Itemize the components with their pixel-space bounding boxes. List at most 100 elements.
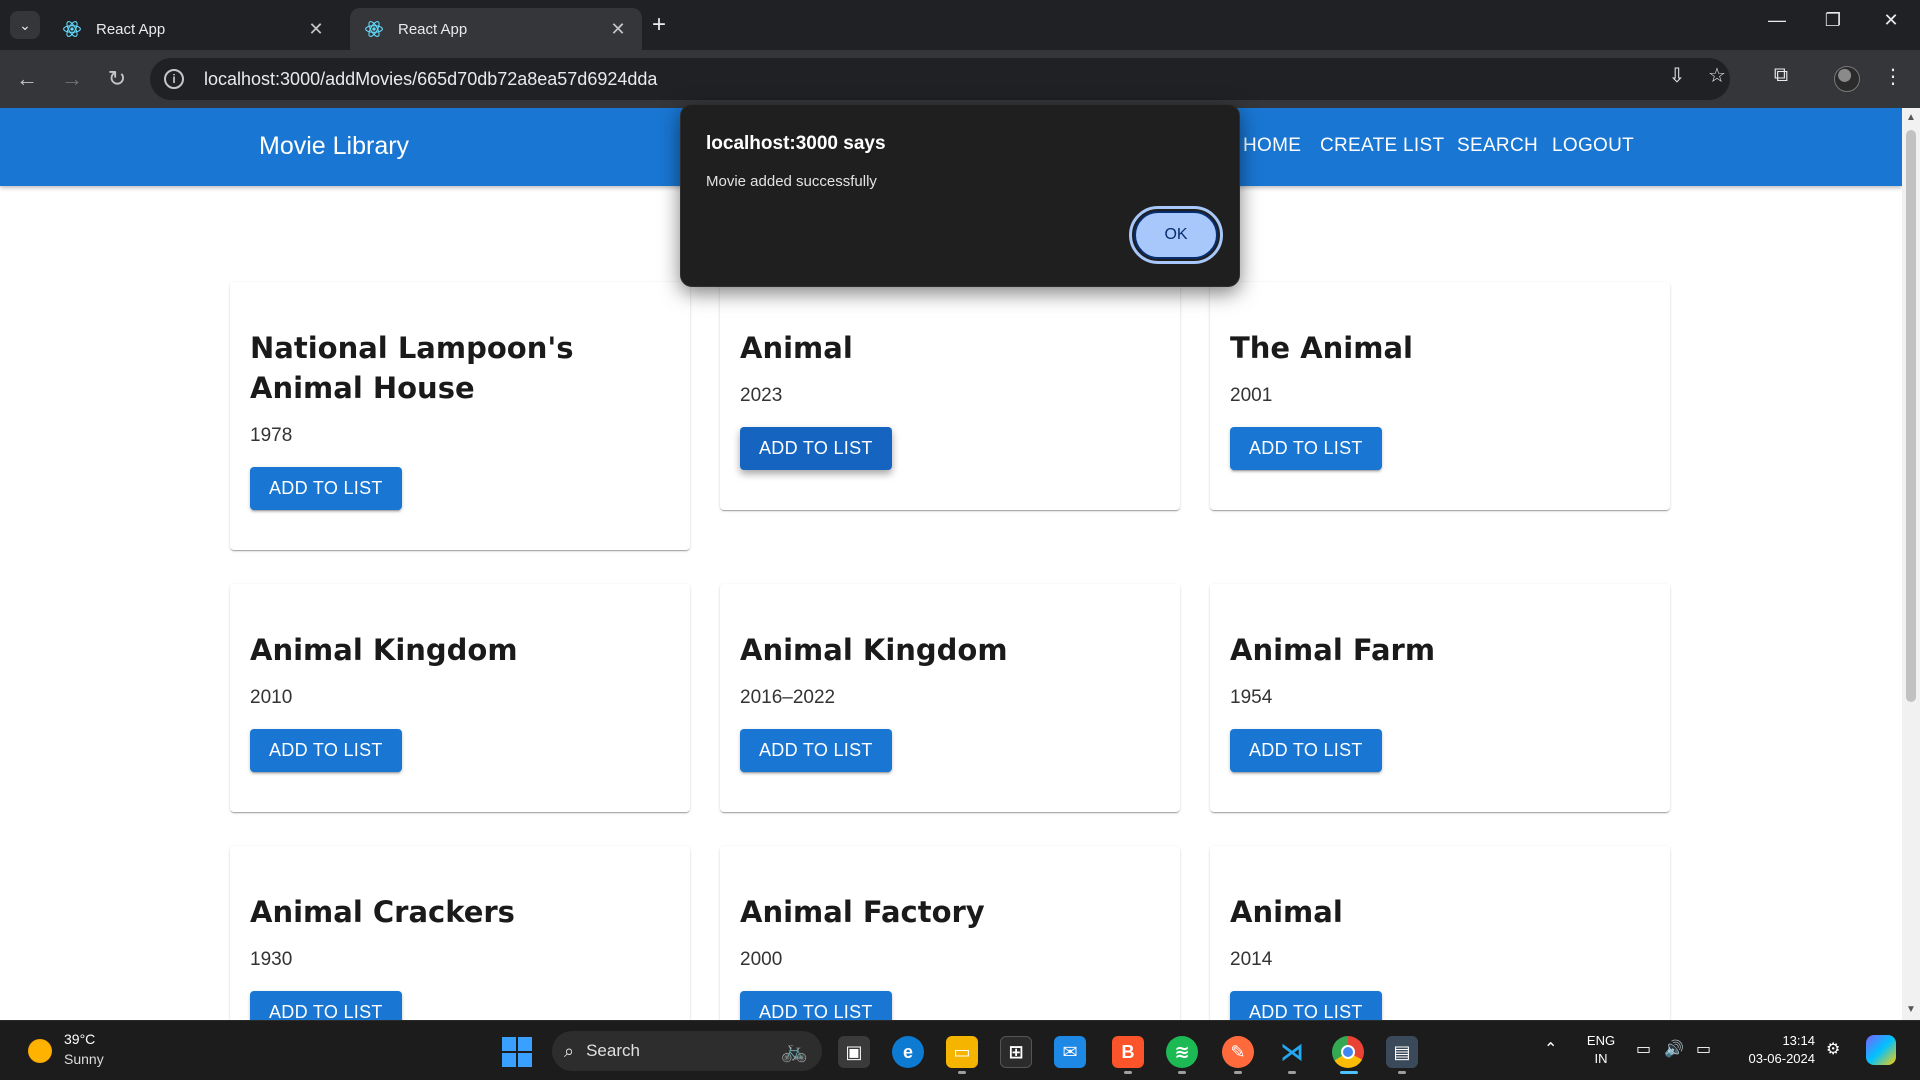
language-indicator[interactable]: ENG — [1585, 1033, 1617, 1048]
movie-card: Animal Kingdom 2010 ADD TO LIST — [230, 584, 690, 812]
add-to-list-button[interactable]: ADD TO LIST — [250, 991, 402, 1020]
movie-year: 2001 — [1230, 385, 1273, 406]
battery-icon[interactable]: ▭ — [1696, 1039, 1711, 1059]
tab-title: React App — [96, 20, 166, 38]
movie-year: 2023 — [740, 385, 783, 406]
taskbar-search-label: Search — [586, 1041, 640, 1060]
windows-taskbar: 39°C Sunny ⌕ Search 🚲 ▣ e ▭ ⊞ ✉ B ≋ ✎ ⋊ … — [0, 1020, 1920, 1080]
movie-year: 2016–2022 — [740, 687, 836, 708]
terminal-icon[interactable]: ▤ — [1386, 1036, 1418, 1068]
extensions-icon[interactable]: ⧉ — [1766, 64, 1796, 87]
add-to-list-button[interactable]: ADD TO LIST — [1230, 729, 1382, 772]
movie-title: Animal — [1230, 895, 1343, 929]
clock-date[interactable]: 03-06-2024 — [1735, 1051, 1816, 1066]
movie-title: Animal Kingdom — [250, 633, 518, 667]
add-to-list-button[interactable]: ADD TO LIST — [740, 427, 892, 470]
running-indicator — [958, 1071, 966, 1074]
running-indicator — [1124, 1071, 1132, 1074]
bicycle-icon: 🚲 — [780, 1038, 808, 1063]
movie-card: Animal Kingdom 2016–2022 ADD TO LIST — [720, 584, 1180, 812]
tab-search-button[interactable]: ⌄ — [10, 11, 40, 39]
nav-logout[interactable]: LOGOUT — [1552, 135, 1634, 157]
add-to-list-button[interactable]: ADD TO LIST — [1230, 427, 1382, 470]
taskbar-search-box[interactable]: ⌕ Search 🚲 — [552, 1031, 822, 1071]
add-to-list-button[interactable]: ADD TO LIST — [740, 991, 892, 1020]
menu-kebab-icon[interactable]: ⋮ — [1878, 64, 1908, 89]
movie-title: Animal Farm — [1230, 633, 1436, 667]
forward-icon[interactable]: → — [57, 64, 87, 94]
running-indicator — [1288, 1071, 1296, 1074]
back-icon[interactable]: ← — [12, 64, 42, 94]
site-info-icon[interactable]: i — [164, 69, 184, 89]
close-icon[interactable]: ✕ — [608, 19, 628, 40]
address-bar[interactable]: i localhost:3000/addMovies/665d70db72a8e… — [150, 58, 1730, 100]
add-to-list-button[interactable]: ADD TO LIST — [1230, 991, 1382, 1020]
url-text: localhost:3000/addMovies/665d70db72a8ea5… — [204, 68, 658, 89]
running-indicator — [1398, 1071, 1406, 1074]
postman-icon[interactable]: ✎ — [1222, 1036, 1254, 1068]
nav-search[interactable]: SEARCH — [1457, 135, 1538, 157]
movie-year: 2014 — [1230, 949, 1273, 970]
settings-gear-icon[interactable]: ⚙ — [1826, 1039, 1840, 1059]
file-explorer-icon[interactable]: ▭ — [946, 1036, 978, 1068]
nav-home[interactable]: HOME — [1243, 135, 1301, 157]
movie-card: Animal 2023 ADD TO LIST — [720, 282, 1180, 510]
react-icon — [63, 21, 81, 37]
new-tab-icon[interactable]: + — [652, 11, 666, 39]
add-to-list-button[interactable]: ADD TO LIST — [250, 467, 402, 510]
movie-card: The Animal 2001 ADD TO LIST — [1210, 282, 1670, 510]
network-icon[interactable]: ▭ — [1636, 1039, 1651, 1059]
scrollbar-thumb[interactable] — [1906, 130, 1916, 702]
movie-year: 2010 — [250, 687, 293, 708]
mail-icon[interactable]: ✉ — [1054, 1036, 1086, 1068]
scroll-up-icon[interactable]: ▲ — [1906, 112, 1916, 123]
browser-tab-bar: ⌄ React App ✕ React App ✕ + — ❐ ✕ — [0, 0, 1920, 50]
close-icon[interactable]: ✕ — [306, 19, 326, 40]
windows-start-icon[interactable] — [502, 1037, 532, 1067]
add-to-list-button[interactable]: ADD TO LIST — [740, 729, 892, 772]
browser-tab-1[interactable]: React App ✕ — [48, 8, 340, 50]
movie-card: Animal Crackers 1930 ADD TO LIST — [230, 846, 690, 1020]
sun-icon[interactable] — [28, 1039, 52, 1063]
movie-title: Animal — [740, 331, 853, 365]
running-indicator — [1340, 1071, 1358, 1074]
movie-year: 2000 — [740, 949, 783, 970]
clock-time[interactable]: 13:14 — [1735, 1033, 1815, 1048]
spotify-icon[interactable]: ≋ — [1166, 1036, 1198, 1068]
app-brand[interactable]: Movie Library — [259, 132, 409, 161]
edge-icon[interactable]: e — [892, 1036, 924, 1068]
running-indicator — [1178, 1071, 1186, 1074]
restore-icon[interactable]: ❐ — [1818, 10, 1848, 31]
weather-temperature[interactable]: 39°C — [64, 1031, 95, 1047]
chevron-up-icon[interactable]: ⌃ — [1544, 1039, 1557, 1059]
reload-icon[interactable]: ↻ — [102, 64, 132, 94]
bookmark-star-icon[interactable]: ☆ — [1702, 63, 1732, 88]
movie-year: 1954 — [1230, 687, 1273, 708]
chrome-icon[interactable] — [1332, 1036, 1364, 1068]
dialog-message: Movie added successfully — [706, 173, 877, 190]
ok-button[interactable]: OK — [1129, 206, 1223, 264]
movie-title: Animal Kingdom — [740, 633, 1008, 667]
language-region[interactable]: IN — [1585, 1051, 1617, 1066]
search-icon: ⌕ — [564, 1040, 575, 1061]
movie-card: Animal 2014 ADD TO LIST — [1210, 846, 1670, 1020]
add-to-list-button[interactable]: ADD TO LIST — [250, 729, 402, 772]
browser-tab-2[interactable]: React App ✕ — [350, 8, 642, 50]
page-scrollbar[interactable]: ▲ ▼ — [1902, 108, 1920, 1020]
window-close-icon[interactable]: ✕ — [1876, 10, 1906, 31]
weather-condition[interactable]: Sunny — [64, 1051, 104, 1067]
dialog-title: localhost:3000 says — [706, 133, 886, 154]
copilot-icon[interactable] — [1866, 1035, 1896, 1065]
nav-create-list[interactable]: CREATE LIST — [1320, 135, 1444, 157]
vscode-icon[interactable]: ⋊ — [1276, 1036, 1308, 1068]
task-view-icon[interactable]: ▣ — [838, 1036, 870, 1068]
microsoft-store-icon[interactable]: ⊞ — [1000, 1036, 1032, 1068]
scroll-down-icon[interactable]: ▼ — [1906, 1004, 1916, 1015]
movie-title: Animal Crackers — [250, 895, 515, 929]
volume-icon[interactable]: 🔊 — [1664, 1039, 1684, 1059]
profile-avatar[interactable] — [1834, 66, 1860, 92]
react-icon — [365, 21, 383, 37]
minimize-icon[interactable]: — — [1762, 10, 1792, 31]
brave-icon[interactable]: B — [1112, 1036, 1144, 1068]
install-app-icon[interactable]: ⇩ — [1662, 63, 1692, 88]
